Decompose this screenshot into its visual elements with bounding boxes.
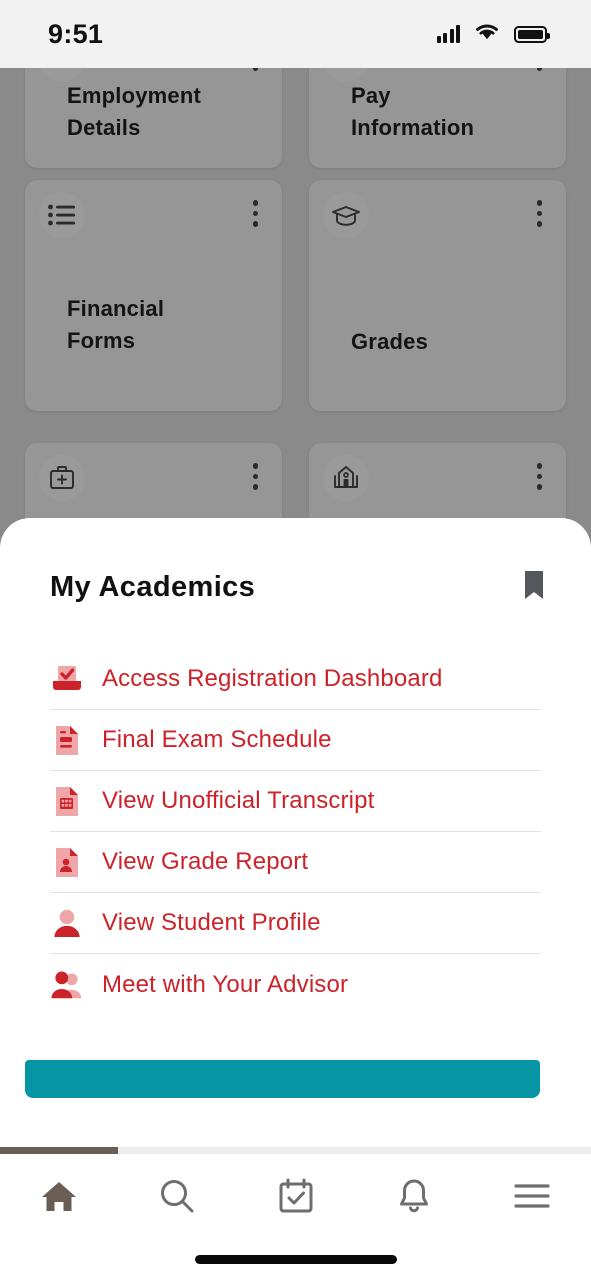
list-item-view-unofficial-transcript[interactable]: View Unofficial Transcript: [50, 771, 541, 832]
tab-search[interactable]: [118, 1177, 236, 1220]
tile-row-2: Financial Forms Grades: [0, 180, 591, 411]
cellular-signal-icon: [436, 25, 460, 43]
kebab-menu-icon[interactable]: [536, 68, 542, 71]
battery-icon: [514, 25, 550, 43]
primary-action-button[interactable]: [25, 1060, 540, 1098]
tile-header: [309, 180, 566, 238]
tile-label: Financial Forms: [67, 296, 165, 353]
bell-icon: [396, 1177, 432, 1220]
wifi-icon: [474, 22, 500, 46]
list-item-final-exam-schedule[interactable]: Final Exam Schedule: [50, 710, 541, 771]
home-icon: [39, 1178, 79, 1219]
bookmark-icon[interactable]: [522, 570, 546, 605]
person-icon: [50, 906, 84, 940]
kebab-menu-icon[interactable]: [252, 200, 258, 227]
list-item-view-grade-report[interactable]: View Grade Report: [50, 832, 541, 893]
list-item-label: Meet with Your Advisor: [102, 970, 349, 998]
tile-label: Pay Information: [351, 83, 475, 140]
list-item-label: Final Exam Schedule: [102, 726, 332, 753]
tile-employment-details[interactable]: Employment Details: [25, 68, 282, 168]
transcript-grid-document-icon: [50, 784, 84, 818]
registration-tray-check-icon: [50, 662, 84, 696]
two-people-icon: [50, 968, 84, 1002]
tile-header: [309, 443, 566, 501]
tile-row-1: Employment Details Pay Information: [0, 68, 591, 168]
academics-link-list: Access Registration Dashboard Final Exam…: [0, 649, 591, 1015]
tile-pay-information[interactable]: Pay Information: [309, 68, 566, 168]
tab-calendar[interactable]: [236, 1177, 354, 1220]
list-item-label: View Grade Report: [102, 848, 309, 875]
campus-building-icon: [323, 455, 369, 501]
bottom-tab-bar: [0, 1154, 591, 1242]
sheet-header: My Academics: [0, 518, 591, 605]
tile-grades[interactable]: Grades: [309, 180, 566, 411]
kebab-menu-icon[interactable]: [536, 200, 542, 227]
graduation-cap-icon: [323, 192, 369, 238]
list-item-view-student-profile[interactable]: View Student Profile: [50, 893, 541, 954]
grade-report-person-document-icon: [50, 845, 84, 879]
tile-financial-forms[interactable]: Financial Forms: [25, 180, 282, 411]
list-item-label: Access Registration Dashboard: [102, 665, 443, 692]
kebab-menu-icon[interactable]: [536, 463, 542, 490]
calendar-check-icon: [277, 1177, 315, 1220]
kebab-menu-icon[interactable]: [252, 463, 258, 490]
my-academics-bottom-sheet: My Academics Access Registration Dashboa…: [0, 518, 591, 1149]
search-icon: [158, 1177, 196, 1220]
hamburger-menu-icon: [513, 1181, 551, 1216]
kebab-menu-icon[interactable]: [252, 68, 258, 71]
status-bar-icons: [436, 22, 550, 46]
list-item-label: View Unofficial Transcript: [102, 787, 375, 814]
phone-screen: 9:51 Employment Details Pay Information …: [0, 0, 591, 1280]
status-bar-clock: 9:51: [48, 18, 104, 49]
exam-document-icon: [50, 723, 84, 757]
medical-kit-icon: [39, 455, 85, 501]
scroll-track[interactable]: [0, 1147, 591, 1154]
tile-label: Employment Details: [67, 83, 202, 140]
status-bar: 9:51: [0, 0, 591, 68]
tile-label: Grades: [351, 329, 429, 354]
list-item-meet-with-your-advisor[interactable]: Meet with Your Advisor: [50, 954, 541, 1015]
dimmed-dashboard-backdrop[interactable]: Employment Details Pay Information Finan…: [0, 68, 591, 548]
tab-home[interactable]: [0, 1178, 118, 1219]
page-title: My Academics: [50, 571, 256, 603]
tab-notifications[interactable]: [355, 1177, 473, 1220]
list-item-label: View Student Profile: [102, 909, 321, 936]
tile-header: [25, 443, 282, 501]
tile-header: [25, 180, 282, 238]
list-item-access-registration-dashboard[interactable]: Access Registration Dashboard: [50, 649, 541, 710]
home-indicator: [194, 1255, 397, 1264]
list-icon: [39, 192, 85, 238]
scroll-thumb[interactable]: [0, 1147, 118, 1154]
tab-menu[interactable]: [473, 1181, 591, 1216]
